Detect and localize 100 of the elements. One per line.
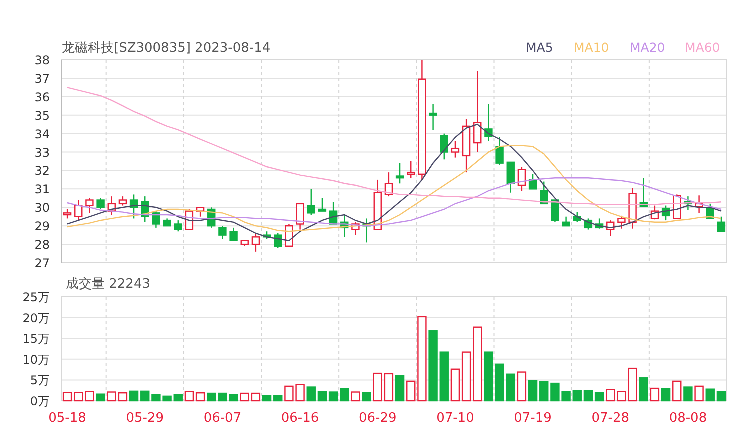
volume-bar [495, 364, 504, 402]
volume-bar [340, 388, 350, 402]
volume-bar [107, 392, 116, 402]
candlestick [218, 226, 227, 239]
candlestick [152, 211, 160, 228]
volume-bar [251, 392, 261, 402]
volume-bar [528, 380, 538, 402]
volume-bar [617, 391, 626, 402]
axis-label: 10万 [22, 352, 50, 367]
candlestick [86, 198, 94, 214]
volume-bar [606, 389, 616, 402]
volume-bar [85, 391, 94, 402]
volume-bar [572, 390, 582, 402]
volume-bar [440, 352, 449, 402]
volume-bar [584, 390, 594, 402]
candlestick [384, 172, 394, 197]
volume-bar [694, 386, 704, 402]
candlestick [362, 218, 371, 243]
candlestick [684, 196, 692, 210]
volume-bar [118, 392, 128, 402]
candlestick [274, 233, 282, 248]
axis-label: 33 [34, 146, 50, 160]
volume-bar [96, 394, 106, 402]
axis-label: 31 [34, 182, 50, 197]
candlestick [717, 216, 726, 232]
candlestick [562, 216, 570, 227]
volume-bar [650, 388, 660, 402]
axis-label: 07-28 [592, 411, 630, 426]
axis-label: 06-07 [204, 411, 242, 426]
chart-title: 龙磁科技[SZ300835] 2023-08-14 [62, 41, 271, 56]
axis-label: 05-18 [48, 411, 86, 426]
candlestick [618, 216, 626, 229]
volume-bar [540, 381, 549, 402]
candlestick [484, 104, 493, 142]
volume-bar [196, 392, 206, 402]
volume-bar [328, 392, 338, 402]
candlestick [285, 224, 294, 247]
volume-bar [428, 330, 438, 402]
candlestick [606, 220, 615, 236]
axis-label: 20万 [22, 311, 50, 326]
volume-bar [62, 392, 72, 402]
volume-bar [661, 388, 671, 402]
volume-bar [296, 384, 305, 402]
axis-label: 06-16 [281, 411, 320, 426]
axis-label: 15万 [22, 332, 50, 346]
volume-bar [240, 392, 250, 402]
candlestick [240, 240, 249, 246]
candlestick [440, 134, 448, 160]
volume-bar [672, 380, 682, 402]
candlestick [429, 104, 438, 130]
axis-label: 35 [34, 108, 50, 123]
candlestick [518, 167, 526, 192]
candlestick [174, 220, 182, 232]
candlestick [496, 138, 504, 166]
axis-label: 29 [34, 220, 50, 234]
candlestick [63, 209, 72, 219]
candlestick [307, 189, 316, 216]
candlestick [318, 198, 327, 212]
candlestick [196, 207, 205, 217]
volume-bar [384, 373, 394, 402]
candlestick [340, 215, 349, 238]
candlestick [96, 198, 105, 210]
volume-bar [484, 352, 494, 402]
volume-bar [373, 372, 382, 402]
candlestick [407, 162, 416, 178]
volume-bar [140, 390, 150, 402]
candlestick [396, 163, 404, 184]
axis-label: 37 [34, 72, 50, 86]
volume-bar [284, 386, 294, 402]
candlestick [296, 203, 304, 230]
candlestick [706, 204, 714, 220]
volume-bar [406, 380, 416, 402]
candlestick [262, 232, 272, 239]
candlestick [506, 162, 515, 193]
axis-label: 5万 [30, 374, 50, 388]
volume-bar [351, 392, 360, 402]
axis-label: 32 [34, 164, 50, 178]
volume-bar [594, 392, 604, 402]
volume-bar [395, 375, 405, 402]
candlestick [528, 174, 538, 190]
candlestick [573, 212, 582, 222]
candlestick [329, 202, 338, 225]
candlestick [451, 141, 460, 158]
candlestick [540, 182, 548, 205]
axis-label: 07-10 [436, 411, 474, 426]
axis-label: 08-08 [669, 411, 708, 426]
candlestick [640, 178, 648, 208]
volume-bar [74, 392, 84, 402]
candlestick [595, 218, 604, 229]
volume-bar [184, 391, 194, 402]
chart-title: 成交量 22243 [66, 277, 150, 292]
candlestick [163, 218, 172, 227]
candlestick [695, 196, 704, 214]
volume-bar [706, 388, 715, 402]
candlestick [462, 119, 471, 173]
candlestick [130, 194, 138, 219]
candlestick [650, 206, 660, 220]
candlestick [628, 188, 637, 229]
volume-bar [550, 382, 560, 402]
candlestick [252, 233, 260, 252]
